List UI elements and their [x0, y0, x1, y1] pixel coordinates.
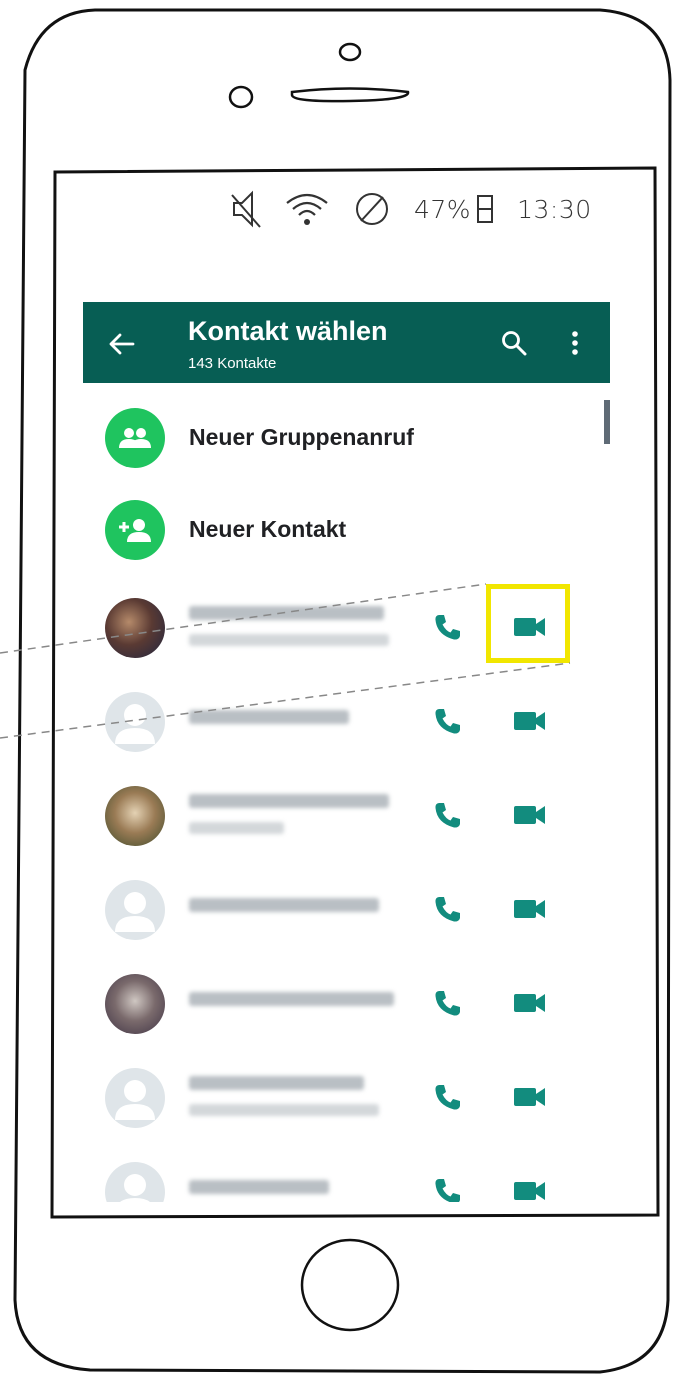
contact-status-blurred	[189, 634, 389, 646]
voice-call-icon[interactable]	[433, 612, 463, 642]
search-icon[interactable]	[501, 330, 527, 356]
contact-status-blurred	[189, 1104, 379, 1116]
avatar-placeholder	[105, 692, 165, 752]
avatar-placeholder	[105, 880, 165, 940]
more-vert-icon[interactable]	[569, 330, 581, 356]
avatar-placeholder	[105, 1162, 165, 1202]
contact-name-blurred	[189, 710, 349, 724]
app-screen: Kontakt wählen 143 Kontakte Neuer Gruppe…	[83, 302, 610, 1202]
video-call-icon[interactable]	[513, 898, 547, 920]
speaker-grille	[290, 87, 410, 103]
new-contact-label: Neuer Kontakt	[189, 516, 347, 542]
contact-name-blurred	[189, 1076, 364, 1090]
video-call-icon[interactable]	[513, 710, 547, 732]
contact-row[interactable]	[83, 1154, 610, 1202]
battery-icon	[477, 195, 494, 223]
contact-name-blurred	[189, 606, 384, 620]
front-camera	[338, 42, 362, 62]
voice-call-icon[interactable]	[433, 706, 463, 736]
battery-percent: 47%	[414, 194, 472, 224]
new-group-call-label: Neuer Gruppenanruf	[189, 424, 414, 450]
contact-name-blurred	[189, 794, 389, 808]
voice-call-icon[interactable]	[433, 988, 463, 1018]
contact-row[interactable]	[83, 966, 610, 1059]
page-title: Kontakt wählen	[188, 316, 388, 346]
back-arrow-icon[interactable]	[107, 330, 135, 358]
video-call-icon[interactable]	[513, 804, 547, 826]
video-call-icon[interactable]	[513, 1180, 547, 1202]
scrollbar-thumb[interactable]	[604, 400, 610, 444]
proximity-sensor	[228, 85, 254, 109]
contact-row[interactable]	[83, 872, 610, 965]
contact-count: 143 Kontakte	[188, 355, 277, 372]
contact-name-blurred	[189, 1180, 329, 1194]
wifi-icon	[286, 193, 328, 225]
new-group-call-row[interactable]: Neuer Gruppenanruf	[83, 400, 603, 480]
avatar	[105, 974, 165, 1034]
avatar-placeholder	[105, 1068, 165, 1128]
contact-name-blurred	[189, 992, 394, 1006]
video-call-icon[interactable]	[513, 992, 547, 1014]
add-person-icon	[105, 500, 165, 560]
group-icon	[105, 408, 165, 468]
status-time: 13:30	[517, 194, 592, 224]
video-call-icon[interactable]	[513, 1086, 547, 1108]
no-disturb-icon	[356, 193, 388, 225]
contact-row[interactable]	[83, 684, 610, 777]
contact-row[interactable]	[83, 1060, 610, 1153]
voice-call-icon[interactable]	[433, 1082, 463, 1112]
contact-name-blurred	[189, 898, 379, 912]
avatar	[105, 598, 165, 658]
voice-call-icon[interactable]	[433, 800, 463, 830]
contact-status-blurred	[189, 822, 284, 834]
avatar	[105, 786, 165, 846]
status-bar: 47% 13:30	[230, 186, 640, 232]
voice-call-icon[interactable]	[433, 894, 463, 924]
mute-icon	[231, 190, 261, 228]
home-button[interactable]	[300, 1238, 400, 1332]
video-call-highlight	[486, 584, 570, 663]
app-bar: Kontakt wählen 143 Kontakte	[83, 302, 610, 383]
contact-row[interactable]	[83, 778, 610, 871]
new-contact-row[interactable]: Neuer Kontakt	[83, 492, 603, 572]
voice-call-icon[interactable]	[433, 1176, 463, 1202]
